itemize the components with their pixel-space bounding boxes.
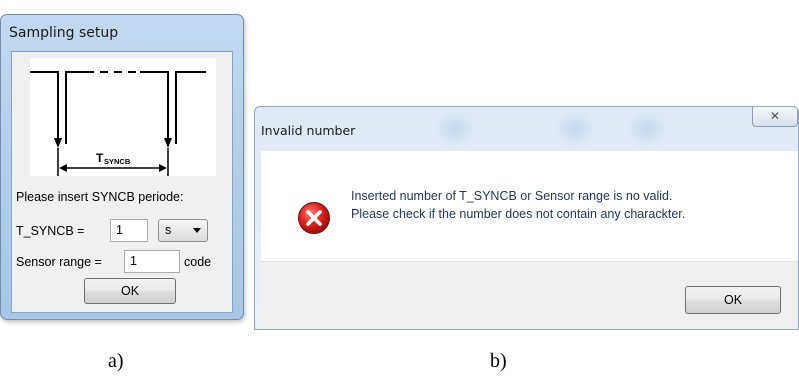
period-prompt: Please insert SYNCB periode: <box>16 190 184 204</box>
sensor-range-label: Sensor range = <box>16 255 102 269</box>
ok-button[interactable]: OK <box>84 278 176 304</box>
tsyncb-input[interactable]: 1 <box>110 219 148 242</box>
sampling-setup-dialog: Sampling setup T SYNCB Please insert SYN… <box>0 14 244 320</box>
close-button[interactable]: ✕ <box>752 107 798 127</box>
caption-b: b) <box>490 350 507 372</box>
time-unit-select[interactable]: s <box>158 219 208 242</box>
timing-label-subscript: SYNCB <box>104 157 131 166</box>
invalid-number-dialog: Invalid number ✕ Inserted number of T_SY… <box>254 106 799 330</box>
ok-button[interactable]: OK <box>685 286 781 314</box>
sensor-unit-label: code <box>184 255 212 269</box>
dialog-title: Invalid number <box>261 123 356 138</box>
dialog-footer: OK <box>261 261 798 329</box>
glass-highlight <box>435 111 475 147</box>
dialog-title: Sampling setup <box>9 25 119 41</box>
sensor-range-input[interactable]: 1 <box>124 250 180 273</box>
error-message-line: Please check if the number does not cont… <box>351 207 686 221</box>
dialog-client-area: T SYNCB Please insert SYNCB periode: T_S… <box>11 51 233 313</box>
error-message: Inserted number of T_SYNCB or Sensor ran… <box>351 187 685 223</box>
error-icon <box>298 202 330 234</box>
syncb-timing-diagram: T SYNCB <box>30 58 216 176</box>
timing-label: T <box>96 151 104 165</box>
glass-highlight <box>627 111 667 147</box>
tsyncb-label: T_SYNCB = <box>16 224 85 238</box>
glass-highlight <box>555 111 595 147</box>
error-message-line: Inserted number of T_SYNCB or Sensor ran… <box>351 189 673 203</box>
time-unit-value: s <box>165 223 172 237</box>
chevron-down-icon <box>193 228 201 233</box>
figure: Sampling setup T SYNCB Please insert SYN… <box>0 0 799 385</box>
caption-a: a) <box>108 350 124 372</box>
close-icon: ✕ <box>769 109 781 123</box>
